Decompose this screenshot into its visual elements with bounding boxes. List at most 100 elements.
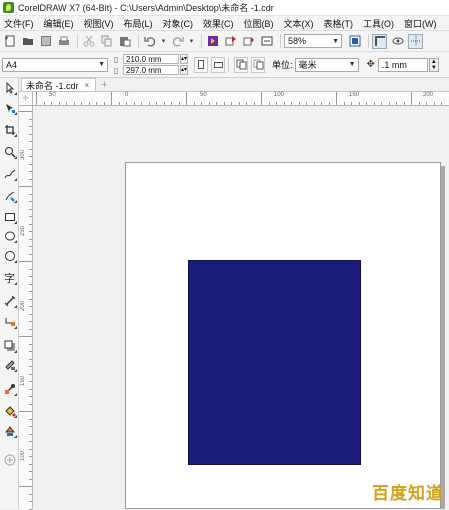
menu-object[interactable]: 对象(C) <box>158 17 199 30</box>
smart-drawing-tool-icon[interactable] <box>2 188 17 203</box>
h-ruler-tick <box>74 102 75 105</box>
color-eyedropper-tool-icon[interactable] <box>2 381 17 396</box>
rectangle-tool-icon[interactable] <box>2 209 17 224</box>
close-icon[interactable]: × <box>85 81 90 90</box>
landscape-orientation-button[interactable] <box>211 57 225 73</box>
export-icon[interactable] <box>241 34 256 49</box>
menu-text[interactable]: 文本(X) <box>279 17 319 30</box>
menu-edit[interactable]: 编辑(E) <box>39 17 79 30</box>
add-tab-icon[interactable]: + <box>101 79 107 91</box>
open-folder-icon[interactable] <box>20 34 35 49</box>
h-ruler-tick <box>224 102 225 105</box>
paste-icon[interactable] <box>117 34 132 49</box>
blue-rectangle-shape[interactable] <box>188 260 361 465</box>
freehand-tool-icon[interactable] <box>2 166 17 181</box>
h-ruler-tick <box>276 102 277 105</box>
cut-icon[interactable] <box>81 34 96 49</box>
baidu-zhidao-watermark: 百度知道 <box>372 479 444 504</box>
add-tool-icon[interactable] <box>2 452 17 467</box>
vertical-ruler[interactable]: 300 250 200 150 100 <box>19 106 33 509</box>
chevron-down-icon[interactable]: ▾ <box>188 34 195 49</box>
toolbar-separator <box>77 34 78 48</box>
horizontal-ruler[interactable]: 50 0 50 100 150 200 <box>33 92 449 106</box>
transparency-tool-icon[interactable] <box>2 357 17 372</box>
interactive-fill-tool-icon[interactable] <box>2 403 17 418</box>
zoom-level-select[interactable]: 58% ▼ <box>284 34 342 48</box>
menu-effects[interactable]: 效果(C) <box>198 17 239 30</box>
toolbar-separator <box>280 34 281 48</box>
v-ruler-tick <box>29 126 32 127</box>
chevron-down-icon: ▼ <box>98 61 105 68</box>
show-document-grid-icon[interactable] <box>390 34 405 49</box>
page-width-input[interactable]: 210.0 mm <box>123 54 179 64</box>
menu-bar: 文件(F) 编辑(E) 视图(V) 布局(L) 对象(C) 效果(C) 位图(B… <box>0 16 449 31</box>
units-value: 毫米 <box>299 58 317 71</box>
smart-fill-tool-icon[interactable] <box>2 423 17 438</box>
h-ruler-tick <box>186 92 187 105</box>
drawing-canvas[interactable] <box>33 106 449 509</box>
save-icon[interactable] <box>38 34 53 49</box>
v-ruler-label: 200 <box>20 301 26 311</box>
publish-pdf-icon[interactable] <box>259 34 274 49</box>
width-icon: ▯ <box>114 55 122 64</box>
menu-layout[interactable]: 布局(L) <box>119 17 158 30</box>
page-size-select[interactable]: A4 ▼ <box>2 58 108 72</box>
current-page-icon[interactable] <box>251 57 265 73</box>
drop-shadow-tool-icon[interactable] <box>2 338 17 353</box>
menu-window[interactable]: 窗口(W) <box>399 17 442 30</box>
new-document-icon[interactable] <box>2 34 17 49</box>
shape-tool-icon[interactable] <box>2 100 17 115</box>
undo-icon[interactable] <box>142 34 157 49</box>
text-tool-icon[interactable]: 字 <box>2 270 17 285</box>
v-ruler-tick <box>29 434 32 435</box>
document-tab[interactable]: 未命名 -1.cdr × <box>21 78 96 91</box>
snap-to-icon[interactable] <box>408 34 423 49</box>
nudge-distance-input[interactable]: .1 mm <box>378 58 428 72</box>
menu-tools[interactable]: 工具(O) <box>358 17 399 30</box>
parallel-dimension-tool-icon[interactable] <box>2 293 17 308</box>
h-ruler-tick <box>261 92 262 105</box>
toolbox: 字 <box>0 78 19 509</box>
chevron-down-icon[interactable]: ▾ <box>160 34 167 49</box>
redo-icon[interactable] <box>170 34 185 49</box>
pick-tool-icon[interactable] <box>2 80 17 95</box>
h-ruler-tick <box>89 102 90 105</box>
menu-table[interactable]: 表格(T) <box>319 17 359 30</box>
height-spinner[interactable]: ▴▾ <box>180 65 188 75</box>
menu-file[interactable]: 文件(F) <box>0 17 39 30</box>
width-spinner[interactable]: ▴▾ <box>180 54 188 64</box>
v-ruler-tick <box>29 156 32 157</box>
import-icon[interactable] <box>223 34 238 49</box>
v-ruler-tick <box>29 239 32 240</box>
v-ruler-tick <box>29 351 32 352</box>
portrait-orientation-button[interactable] <box>194 57 208 73</box>
menu-view[interactable]: 视图(V) <box>79 17 119 30</box>
units-select[interactable]: 毫米 ▼ <box>295 58 359 72</box>
page-height-input[interactable]: 297.0 mm <box>123 65 179 75</box>
zoom-tool-icon[interactable] <box>2 144 17 159</box>
toolbar-separator <box>368 34 369 48</box>
ellipse-tool-icon[interactable] <box>2 228 17 243</box>
full-screen-preview-icon[interactable] <box>347 34 362 49</box>
h-ruler-tick <box>366 102 367 105</box>
search-content-icon[interactable] <box>205 34 220 49</box>
nudge-spinner[interactable]: ▲▼ <box>429 58 439 72</box>
polygon-tool-icon[interactable] <box>2 248 17 263</box>
v-ruler-tick <box>29 314 32 315</box>
copy-icon[interactable] <box>99 34 114 49</box>
v-ruler-tick <box>29 479 32 480</box>
h-ruler-tick <box>156 102 157 105</box>
v-ruler-tick <box>29 419 32 420</box>
show-rulers-icon[interactable] <box>372 34 387 49</box>
h-ruler-tick <box>434 102 435 105</box>
v-ruler-tick <box>19 486 32 487</box>
menu-bitmaps[interactable]: 位图(B) <box>239 17 279 30</box>
window-title: CorelDRAW X7 (64-Bit) - C:\Users\Admin\D… <box>18 1 274 14</box>
crop-tool-icon[interactable] <box>2 122 17 137</box>
v-ruler-tick <box>29 449 32 450</box>
v-ruler-tick <box>29 404 32 405</box>
connector-tool-icon[interactable] <box>2 314 17 329</box>
ruler-origin[interactable]: ⊹ <box>19 92 33 106</box>
all-pages-icon[interactable] <box>234 57 248 73</box>
print-icon[interactable] <box>56 34 71 49</box>
